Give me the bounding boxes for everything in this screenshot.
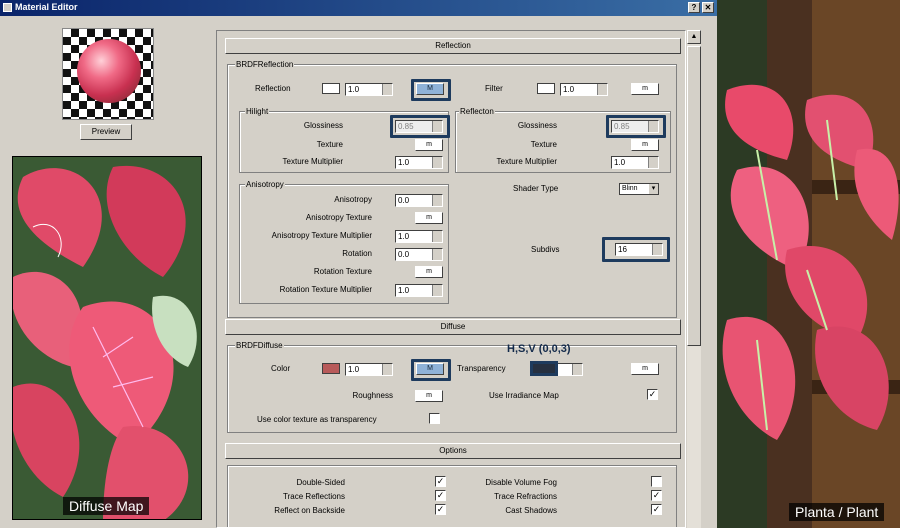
hilight-label: Hilight	[245, 107, 270, 116]
trace-refractions-label: Trace Refractions	[494, 492, 557, 501]
double-sided-checkbox[interactable]: ✓	[435, 476, 446, 487]
reflect-label: Reflecton	[459, 107, 495, 116]
disable-volume-fog-checkbox[interactable]	[651, 476, 662, 487]
anisotropy-texture-label: Anisotropy Texture	[305, 213, 372, 222]
hilight-texture-multiplier-spinner[interactable]: 1.0	[395, 156, 443, 169]
reflect-texture-multiplier-label: Texture Multiplier	[496, 157, 557, 166]
scrollbar-thumb[interactable]	[687, 46, 701, 346]
diffuse-color-map-highlight	[411, 359, 451, 381]
anisotropy-texture-map-button[interactable]: m	[415, 212, 443, 224]
hilight-texture-map-button[interactable]: m	[415, 139, 443, 151]
diffuse-color-spinner[interactable]: 1.0	[345, 363, 393, 376]
rotation-texture-map-button[interactable]: m	[415, 266, 443, 278]
options-section-header[interactable]: Options	[225, 443, 681, 459]
reflection-color-swatch[interactable]	[322, 83, 340, 94]
reflection-section-header[interactable]: Reflection	[225, 38, 681, 54]
hilight-texture-multiplier-label: Texture Multiplier	[282, 157, 343, 166]
use-irradiance-map-checkbox[interactable]: ✓	[647, 389, 658, 400]
hilight-glossiness-label: Glossiness	[303, 121, 343, 130]
plant-label: Planta / Plant	[789, 503, 885, 521]
brdf-diffuse-label: BRDFDiffuse	[235, 341, 284, 350]
reflection-map-highlight	[411, 79, 451, 101]
editor-scrollbar[interactable]: ▲	[687, 30, 701, 528]
preview-button[interactable]: Preview	[80, 124, 132, 140]
reflect-texture-map-button[interactable]: m	[631, 139, 659, 151]
reflect-on-backside-label: Reflect on Backside	[274, 506, 345, 515]
trace-reflections-label: Trace Reflections	[283, 492, 345, 501]
anisotropy-group-label: Anisotropy	[245, 180, 285, 189]
hilight-glossiness-highlight	[390, 115, 450, 138]
roughness-map-button[interactable]: m	[415, 390, 443, 402]
diffuse-color-swatch[interactable]	[322, 363, 340, 374]
hilight-texture-label: Texture	[316, 140, 343, 149]
reflect-texture-label: Texture	[530, 140, 557, 149]
reflect-texture-multiplier-spinner[interactable]: 1.0	[611, 156, 659, 169]
reflection-amount-spinner[interactable]: 1.0	[345, 83, 393, 96]
trace-refractions-checkbox[interactable]: ✓	[651, 490, 662, 501]
transparency-label: Transparency	[457, 364, 506, 373]
diffuse-color-label: Color	[271, 364, 291, 373]
transparency-map-button[interactable]: m	[631, 363, 659, 375]
color-texture-as-transparency-label: Use color texture as transparency	[257, 415, 377, 424]
material-preview-swatch	[62, 28, 154, 120]
shader-type-select[interactable]: Blinn	[619, 183, 659, 195]
material-sphere	[77, 39, 141, 103]
scroll-up-arrow-icon[interactable]: ▲	[687, 30, 701, 44]
diffuse-map-label: Diffuse Map	[63, 497, 150, 515]
filter-label: Filter	[485, 84, 503, 93]
transparency-color-swatch[interactable]	[530, 361, 558, 376]
use-irradiance-map-label: Use Irradiance Map	[489, 391, 559, 400]
window-title: Material Editor	[15, 2, 78, 12]
anisotropy-texture-multiplier-spinner[interactable]: 1.0	[395, 230, 443, 243]
plant-render-image: Planta / Plant	[717, 0, 900, 528]
cast-shadows-checkbox[interactable]: ✓	[651, 504, 662, 515]
brdf-reflection-label: BRDFReflection	[235, 60, 295, 69]
diffuse-section-header[interactable]: Diffuse	[225, 319, 681, 335]
filter-color-swatch[interactable]	[537, 83, 555, 94]
filter-map-button[interactable]: m	[631, 83, 659, 95]
plant-render-picture	[717, 0, 900, 528]
left-pane: Preview Diffuse Map	[0, 16, 215, 528]
material-editor-panel: Reflection BRDFReflection Reflection 1.0…	[216, 30, 686, 528]
rotation-texture-multiplier-label: Rotation Texture Multiplier	[279, 285, 372, 294]
rotation-texture-label: Rotation Texture	[313, 267, 372, 276]
shader-type-label: Shader Type	[513, 184, 559, 193]
help-button[interactable]: ?	[688, 2, 700, 13]
rotation-label: Rotation	[342, 249, 372, 258]
anisotropy-spinner[interactable]: 0.0	[395, 194, 443, 207]
diffuse-map-image: Diffuse Map	[12, 156, 202, 520]
double-sided-label: Double-Sided	[296, 478, 345, 487]
disable-volume-fog-label: Disable Volume Fog	[485, 478, 557, 487]
reflection-label: Reflection	[255, 84, 291, 93]
hsv-annotation: H,S,V (0,0,3)	[507, 343, 571, 355]
subdivs-label: Subdivs	[531, 245, 560, 254]
rotation-spinner[interactable]: 0.0	[395, 248, 443, 261]
cast-shadows-label: Cast Shadows	[505, 506, 557, 515]
anisotropy-label: Anisotropy	[334, 195, 372, 204]
trace-reflections-checkbox[interactable]: ✓	[435, 490, 446, 501]
color-texture-as-transparency-checkbox[interactable]	[429, 413, 440, 424]
reflect-on-backside-checkbox[interactable]: ✓	[435, 504, 446, 515]
reflect-glossiness-highlight	[606, 115, 666, 138]
app-icon	[3, 3, 12, 12]
roughness-label: Roughness	[352, 391, 393, 400]
anisotropy-texture-multiplier-label: Anisotropy Texture Multiplier	[271, 231, 372, 240]
reflect-glossiness-label: Glossiness	[517, 121, 557, 130]
filter-amount-spinner[interactable]: 1.0	[560, 83, 608, 96]
caladium-leaves-picture	[13, 157, 201, 519]
title-bar: Material Editor ? ✕	[0, 0, 717, 16]
close-button[interactable]: ✕	[702, 2, 714, 13]
subdivs-highlight	[602, 237, 670, 262]
rotation-texture-multiplier-spinner[interactable]: 1.0	[395, 284, 443, 297]
